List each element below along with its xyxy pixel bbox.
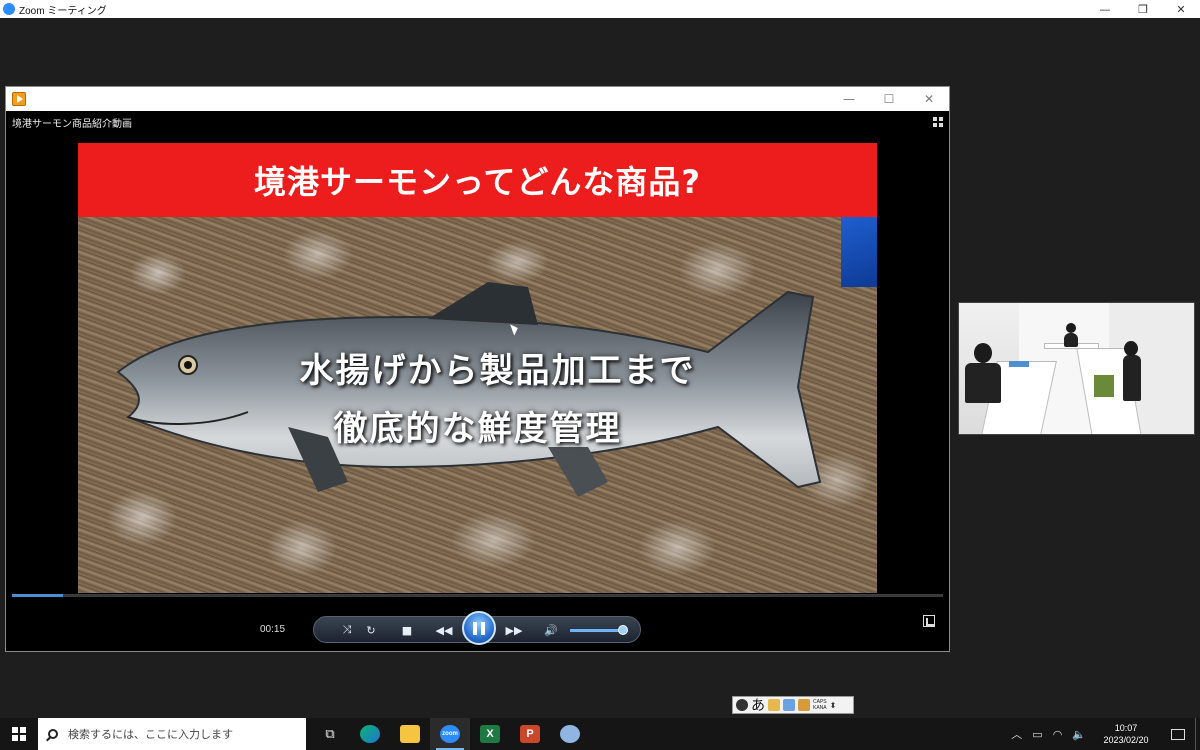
- shuffle-button[interactable]: ⤨: [338, 622, 356, 638]
- ime-options-icon[interactable]: ⬍: [830, 701, 837, 710]
- taskbar-zoom[interactable]: zoom: [430, 718, 470, 750]
- webcam-person-left: [965, 363, 1001, 403]
- clock-time: 10:07: [1114, 723, 1138, 733]
- player-minimize-button[interactable]: —: [829, 87, 869, 111]
- folder-icon: [400, 725, 420, 743]
- player-close-button[interactable]: ✕: [909, 87, 949, 111]
- video-banner: 境港サーモンってどんな商品?: [78, 143, 877, 217]
- ime-pad-icon[interactable]: [798, 699, 810, 711]
- media-player-window[interactable]: — ☐ ✕ 境港サーモン商品紹介動画 境港サーモンってどんな商品? 水揚げから製…: [5, 86, 950, 652]
- seek-progress: [12, 594, 64, 597]
- stop-button[interactable]: ■: [398, 622, 416, 638]
- volume-slider[interactable]: [570, 625, 629, 635]
- taskbar-excel[interactable]: X: [470, 718, 510, 750]
- volume-knob[interactable]: [618, 625, 629, 635]
- taskbar-paint[interactable]: [550, 718, 590, 750]
- webcam-person-back: [1064, 333, 1078, 347]
- player-window-controls: — ☐ ✕: [829, 87, 949, 111]
- zoom-titlebar: Zoom ミーティング — ❐ ✕: [0, 0, 1200, 18]
- ime-caps-kana: CAPS KANA: [813, 699, 827, 711]
- zoom-logo-icon: [3, 3, 15, 15]
- webcam-head-back: [1066, 323, 1076, 333]
- window-title: Zoom ミーティング: [19, 5, 107, 17]
- fullscreen-icon[interactable]: [923, 615, 935, 627]
- next-button[interactable]: ▶▶: [502, 622, 526, 638]
- windows-logo-icon: [12, 727, 26, 741]
- seek-bar[interactable]: [12, 594, 943, 597]
- taskbar-search[interactable]: 検索するには、ここに入力します: [38, 718, 306, 750]
- ime-input-mode[interactable]: あ: [751, 695, 765, 715]
- webcam-head-left: [974, 343, 992, 363]
- repeat-button[interactable]: ↻: [362, 622, 380, 638]
- current-time: 00:15: [260, 624, 286, 635]
- restore-button[interactable]: ❐: [1124, 0, 1162, 18]
- switch-layout-icon[interactable]: [933, 117, 943, 127]
- system-tray: ︿ ▭ ◠ 🔈 10:07 2023/02/20: [1006, 718, 1200, 750]
- taskbar-clock[interactable]: 10:07 2023/02/20: [1091, 722, 1161, 746]
- wifi-icon[interactable]: ◠: [1053, 728, 1063, 741]
- video-frame[interactable]: 境港サーモンってどんな商品? 水揚げから製品加工まで 徹底的な鮮度管理: [78, 143, 877, 593]
- blue-tarp: [841, 217, 877, 287]
- start-button[interactable]: [0, 718, 38, 750]
- task-view-icon: ⧉: [325, 726, 335, 742]
- speaker-muted-icon[interactable]: 🔈: [1072, 728, 1086, 741]
- pause-button[interactable]: [462, 611, 496, 645]
- taskbar-edge[interactable]: [350, 718, 390, 750]
- ime-mode-icon[interactable]: [736, 699, 748, 711]
- taskbar-powerpoint[interactable]: P: [510, 718, 550, 750]
- chevron-up-icon[interactable]: ︿: [1011, 726, 1022, 742]
- paint-icon: [560, 725, 580, 743]
- overlay-caption-line1: 水揚げから製品加工まで: [299, 351, 696, 391]
- banner-text: 境港サーモンってどんな商品?: [254, 163, 701, 201]
- webcam-person-right: [1123, 355, 1141, 401]
- ime-dictionary-icon[interactable]: [783, 699, 795, 711]
- volume-level: [570, 629, 624, 632]
- taskbar-file-explorer[interactable]: [390, 718, 430, 750]
- ime-toolbar[interactable]: あ CAPS KANA ⬍: [732, 696, 854, 714]
- player-maximize-button[interactable]: ☐: [869, 87, 909, 111]
- volume-icon[interactable]: 🔊: [542, 622, 560, 638]
- taskbar: 検索するには、ここに入力します ⧉ zoom X P ︿ ▭ ◠ 🔈 10:07…: [0, 718, 1200, 750]
- zoom-app-icon: zoom: [440, 725, 460, 743]
- task-view-button[interactable]: ⧉: [310, 718, 350, 750]
- salmon-photo: 水揚げから製品加工まで 徹底的な鮮度管理: [78, 217, 877, 593]
- show-desktop-button[interactable]: [1195, 718, 1200, 750]
- webcam-head-right: [1124, 341, 1138, 356]
- window-controls: — ❐ ✕: [1086, 0, 1200, 18]
- minimize-button[interactable]: —: [1086, 0, 1124, 18]
- ime-kana-label: KANA: [813, 705, 827, 711]
- search-placeholder: 検索するには、ここに入力します: [68, 728, 233, 741]
- notifications-icon[interactable]: [1171, 728, 1185, 740]
- player-titlebar: — ☐ ✕: [6, 87, 949, 111]
- salmon-image: [116, 282, 822, 497]
- participant-video[interactable]: [958, 302, 1195, 435]
- ime-tool-icon[interactable]: [768, 699, 780, 711]
- webcam-snacks: [1094, 375, 1114, 397]
- close-button[interactable]: ✕: [1162, 0, 1200, 18]
- powerpoint-icon: P: [520, 725, 540, 743]
- webcam-laptop: [1009, 361, 1029, 367]
- clock-date: 2023/02/20: [1103, 735, 1149, 745]
- playback-controls: ⤨ ↻ ■ ◀◀ ▶▶ 🔊: [313, 611, 641, 645]
- previous-button[interactable]: ◀◀: [432, 622, 456, 638]
- media-player-icon: [12, 92, 26, 106]
- edge-icon: [360, 725, 380, 743]
- overlay-caption-line2: 徹底的な鮮度管理: [333, 409, 622, 449]
- battery-icon[interactable]: ▭: [1032, 728, 1042, 741]
- video-title: 境港サーモン商品紹介動画: [12, 119, 132, 130]
- excel-icon: X: [480, 725, 500, 743]
- search-icon: [48, 729, 58, 739]
